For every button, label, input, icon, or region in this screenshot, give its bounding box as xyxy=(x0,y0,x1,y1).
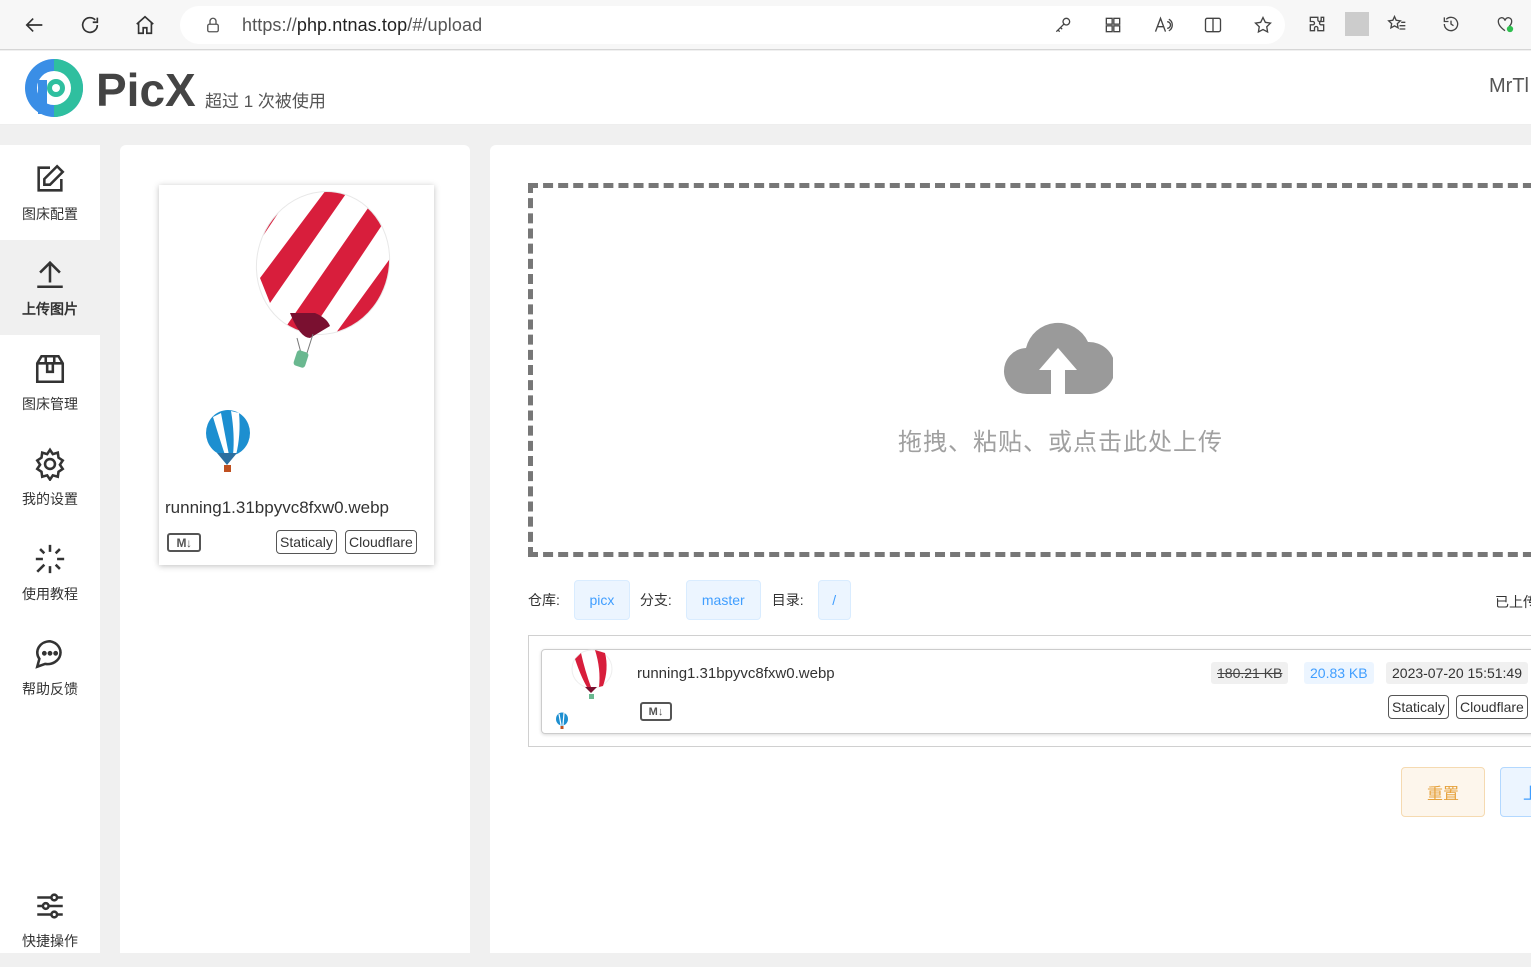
image-preview-card[interactable]: running1.31bpyvc8fxw0.webp M↓ Staticaly … xyxy=(159,185,434,565)
sidebar-item-label: 我的设置 xyxy=(22,490,78,507)
copy-staticaly-link-button[interactable]: Staticaly xyxy=(276,530,337,554)
sidebar-item-label: 图床管理 xyxy=(22,395,78,412)
upload-list: running1.31bpyvc8fxw0.webp M↓ 180.21 KB … xyxy=(528,635,1531,747)
upload-time-tag: 2023-07-20 15:51:49 xyxy=(1386,662,1528,684)
lock-icon xyxy=(207,17,219,33)
sidebar-item-label: 图床配置 xyxy=(22,205,78,222)
copy-staticaly-link-button[interactable]: Staticaly xyxy=(1388,695,1449,719)
read-aloud-icon[interactable] xyxy=(1151,13,1175,37)
box-icon xyxy=(35,354,65,383)
split-screen-icon[interactable] xyxy=(1201,13,1225,37)
repo-label: 仓库: xyxy=(528,592,560,608)
sidebar-item-my-settings[interactable]: 我的设置 xyxy=(0,430,100,525)
balloon-thumbnail xyxy=(571,649,613,699)
apps-icon[interactable] xyxy=(1101,13,1125,37)
url-text: https://php.ntnas.top/#/upload xyxy=(242,14,483,35)
sidebar-item-upload-images[interactable]: 上传图片 xyxy=(0,240,100,335)
drop-zone-hint: 拖拽、粘贴、或点击此处上传 xyxy=(898,429,1223,456)
user-name[interactable]: MrTl xyxy=(1489,75,1529,98)
address-bar[interactable]: https://php.ntnas.top/#/upload xyxy=(180,6,1285,44)
upload-drop-zone[interactable]: 拖拽、粘贴、或点击此处上传 xyxy=(528,183,1531,557)
sidebar-item-help-feedback[interactable]: 帮助反馈 xyxy=(0,620,100,715)
sidebar-item-image-host-config[interactable]: 图床配置 xyxy=(0,145,100,240)
extensions-icon[interactable] xyxy=(1305,12,1329,36)
list-item-file-name: running1.31bpyvc8fxw0.webp xyxy=(637,665,835,682)
repo-info-row: 仓库: picx 分支: master 目录: / xyxy=(528,580,851,620)
refresh-button[interactable] xyxy=(72,7,108,43)
cloud-upload-icon xyxy=(1003,322,1113,395)
brand-name: PicX xyxy=(96,64,196,116)
small-balloon-thumbnail xyxy=(556,712,568,729)
usage-count-text: 超过 1 次被使用 xyxy=(205,92,326,111)
favorite-star-icon[interactable] xyxy=(1251,13,1275,37)
sliders-icon xyxy=(37,892,63,919)
repo-chip[interactable]: picx xyxy=(573,580,630,620)
edit-icon xyxy=(37,163,65,192)
upload-button[interactable]: 上传 xyxy=(1500,767,1531,817)
home-button[interactable] xyxy=(127,7,163,43)
markdown-copy-button[interactable]: M↓ xyxy=(167,533,201,552)
refresh-icon xyxy=(81,16,99,33)
chat-icon xyxy=(35,639,62,669)
gear-icon xyxy=(35,447,65,481)
health-icon[interactable] xyxy=(1493,12,1517,36)
list-item[interactable]: running1.31bpyvc8fxw0.webp M↓ 180.21 KB … xyxy=(541,649,1531,734)
copy-cloudflare-link-button[interactable]: Cloudflare xyxy=(345,530,417,554)
sparkle-icon xyxy=(35,544,65,573)
upload-icon xyxy=(37,260,63,288)
key-icon[interactable] xyxy=(1051,13,1075,37)
branch-label: 分支: xyxy=(639,592,672,608)
sidebar-nav: 图床配置 上传图片 图床管理 我的设置 使用教程 帮助反馈 快捷操作 xyxy=(0,145,100,953)
favorites-icon[interactable] xyxy=(1385,12,1409,36)
preview-panel: running1.31bpyvc8fxw0.webp M↓ Staticaly … xyxy=(120,145,470,953)
browser-toolbar: https://php.ntnas.top/#/upload xyxy=(0,0,1531,50)
original-size-tag: 180.21 KB xyxy=(1211,662,1289,684)
app-header: PicX 超过 1 次被使用 MrTl xyxy=(0,51,1531,125)
sidebar-item-tutorial[interactable]: 使用教程 xyxy=(0,525,100,620)
branch-chip[interactable]: master xyxy=(685,580,761,620)
dir-label: 目录: xyxy=(771,592,804,608)
uploaded-label: 已上传 xyxy=(1495,594,1531,610)
back-button[interactable] xyxy=(17,7,53,43)
preview-file-name: running1.31bpyvc8fxw0.webp xyxy=(165,498,389,517)
upload-main-panel: 拖拽、粘贴、或点击此处上传 仓库: picx 分支: master 目录: / … xyxy=(490,145,1531,953)
toolbar-separator xyxy=(1345,12,1369,36)
arrow-left-icon xyxy=(25,17,43,32)
sidebar-item-image-host-manage[interactable]: 图床管理 xyxy=(0,335,100,430)
dir-chip[interactable]: / xyxy=(817,580,851,620)
reset-button[interactable]: 重置 xyxy=(1401,767,1485,817)
sidebar-item-label: 使用教程 xyxy=(22,585,78,602)
sidebar-item-label: 帮助反馈 xyxy=(22,680,78,697)
markdown-copy-button[interactable]: M↓ xyxy=(640,702,672,721)
home-icon xyxy=(136,15,154,34)
copy-cloudflare-link-button[interactable]: Cloudflare xyxy=(1456,695,1528,719)
picx-logo-icon[interactable] xyxy=(24,58,84,118)
sidebar-item-label: 上传图片 xyxy=(22,300,78,317)
sidebar-item-label: 快捷操作 xyxy=(22,932,78,949)
compressed-size-tag: 20.83 KB xyxy=(1304,662,1374,684)
history-icon[interactable] xyxy=(1439,12,1463,36)
small-balloon-image xyxy=(206,410,250,472)
balloon-image xyxy=(255,188,395,368)
